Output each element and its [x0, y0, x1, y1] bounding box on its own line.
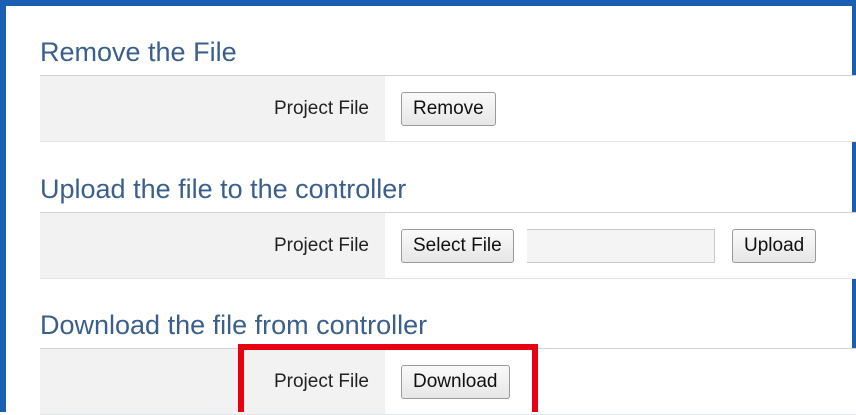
project-file-label: Project File: [273, 234, 369, 256]
project-file-label: Project File: [273, 97, 369, 119]
label-cell: Project File: [40, 213, 385, 278]
select-file-button[interactable]: Select File: [401, 228, 514, 263]
download-row: Project File Download: [40, 349, 856, 415]
remove-button[interactable]: Remove: [401, 91, 496, 126]
download-section-title: Download the file from controller: [40, 310, 428, 340]
upload-button[interactable]: Upload: [732, 228, 817, 263]
remove-section-title: Remove the File: [40, 37, 237, 67]
label-cell: Project File: [40, 76, 385, 141]
project-file-label: Project File: [273, 370, 369, 392]
selected-file-name-field[interactable]: [527, 228, 715, 263]
label-cell: Project File: [40, 349, 385, 414]
page-frame: Remove the File Project File Remove Uplo…: [0, 0, 856, 415]
remove-row: Project File Remove: [40, 76, 856, 142]
upload-row: Project File Select File Upload: [40, 213, 856, 279]
upload-section-title: Upload the file to the controller: [40, 174, 407, 204]
download-button[interactable]: Download: [401, 364, 510, 399]
